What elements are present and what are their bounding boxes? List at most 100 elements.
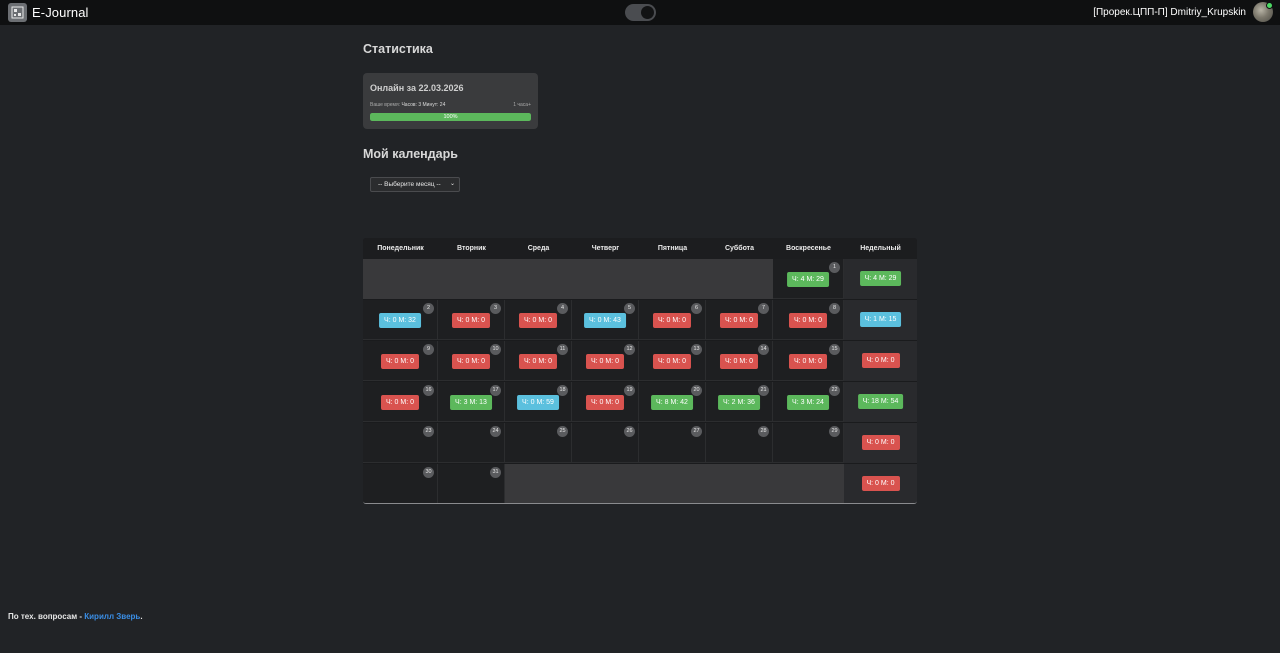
day-time-badge: Ч: 0 М: 0 xyxy=(719,354,759,369)
calendar-empty-cell xyxy=(706,464,773,503)
calendar-day-cell[interactable]: 29 xyxy=(773,423,844,463)
day-number: 25 xyxy=(557,426,568,437)
day-number: 12 xyxy=(624,344,635,355)
calendar-day-cell[interactable]: 4 Ч: 0 М: 0 xyxy=(505,300,572,340)
weekly-total-cell: Ч: 18 М: 54 xyxy=(844,382,917,422)
calendar-day-cell[interactable]: 12 Ч: 0 М: 0 xyxy=(572,341,639,381)
calendar-day-cell[interactable]: 2 Ч: 0 М: 32 xyxy=(363,300,438,340)
weekly-time-badge: Ч: 4 М: 29 xyxy=(859,271,902,286)
day-time-badge: Ч: 0 М: 0 xyxy=(652,313,692,328)
day-number: 27 xyxy=(691,426,702,437)
calendar-day-cell[interactable]: 28 xyxy=(706,423,773,463)
calendar-day-cell[interactable]: 8 Ч: 0 М: 0 xyxy=(773,300,844,340)
brand-title[interactable]: E-Journal xyxy=(32,5,89,20)
online-target: 1 часа+ xyxy=(513,102,531,108)
calendar-day-cell[interactable]: 15 Ч: 0 М: 0 xyxy=(773,341,844,381)
day-number: 14 xyxy=(758,344,769,355)
weekly-time-badge: Ч: 0 М: 0 xyxy=(861,435,900,450)
weekly-total-cell: Ч: 0 М: 0 xyxy=(844,341,917,381)
day-number: 22 xyxy=(829,385,840,396)
support-link[interactable]: Кирилл Зверь xyxy=(84,612,140,621)
day-time-badge: Ч: 0 М: 0 xyxy=(652,354,692,369)
stats-heading: Статистика xyxy=(363,42,433,56)
online-stat-card: Онлайн за 22.03.2026 Ваше время: Часов: … xyxy=(363,73,538,129)
calendar-day-cell[interactable]: 13 Ч: 0 М: 0 xyxy=(639,341,706,381)
day-number: 29 xyxy=(829,426,840,437)
day-number: 16 xyxy=(423,385,434,396)
calendar-empty-cell xyxy=(706,259,773,299)
calendar-grid: Понедельник Вторник Среда Четверг Пятница Суб… xyxy=(363,238,917,504)
day-time-badge: Ч: 0 М: 0 xyxy=(451,354,491,369)
calendar-day-cell[interactable]: 18 Ч: 0 М: 59 xyxy=(505,382,572,422)
day-time-badge: Ч: 0 М: 0 xyxy=(788,313,828,328)
day-time-badge: Ч: 3 М: 24 xyxy=(787,395,829,410)
calendar-day-cell[interactable]: 9 Ч: 0 М: 0 xyxy=(363,341,438,381)
calendar-day-cell[interactable]: 31 xyxy=(438,464,505,503)
day-number: 23 xyxy=(423,426,434,437)
day-time-badge: Ч: 0 М: 43 xyxy=(584,313,626,328)
calendar-day-cell[interactable]: 30 xyxy=(363,464,438,503)
weekly-total-cell: Ч: 4 М: 29 xyxy=(844,259,917,299)
calendar-day-cell[interactable]: 23 xyxy=(363,423,438,463)
calendar-empty-cell xyxy=(363,259,438,299)
day-time-badge: Ч: 0 М: 0 xyxy=(585,354,625,369)
calendar-day-cell[interactable]: 21 Ч: 2 М: 36 xyxy=(706,382,773,422)
month-select[interactable]: -- Выберите месяц -- ⌄ xyxy=(370,177,460,192)
calendar-day-cell[interactable]: 22 Ч: 3 М: 24 xyxy=(773,382,844,422)
day-header: Воскресенье xyxy=(786,245,831,252)
calendar-day-cell[interactable]: 11 Ч: 0 М: 0 xyxy=(505,341,572,381)
calendar-empty-cell xyxy=(639,464,706,503)
calendar-day-cell[interactable]: 7 Ч: 0 М: 0 xyxy=(706,300,773,340)
calendar-day-cell[interactable]: 27 xyxy=(639,423,706,463)
day-time-badge: Ч: 0 М: 0 xyxy=(380,395,420,410)
day-time-badge: Ч: 0 М: 0 xyxy=(518,354,558,369)
day-time-badge: Ч: 0 М: 59 xyxy=(517,395,559,410)
theme-toggle[interactable] xyxy=(625,4,656,21)
calendar-day-cell[interactable]: 1 Ч: 4 М: 29 xyxy=(773,259,844,299)
day-number: 17 xyxy=(490,385,501,396)
calendar-day-cell[interactable]: 5 Ч: 0 М: 43 xyxy=(572,300,639,340)
day-number: 24 xyxy=(490,426,501,437)
calendar-day-cell[interactable]: 14 Ч: 0 М: 0 xyxy=(706,341,773,381)
day-number: 7 xyxy=(758,303,769,314)
online-time: Ваше время: Часов: 3 Минут: 24 xyxy=(370,102,445,108)
day-time-badge: Ч: 2 М: 36 xyxy=(718,395,760,410)
day-time-badge: Ч: 0 М: 0 xyxy=(788,354,828,369)
journal-logo-icon[interactable] xyxy=(8,3,27,22)
weekly-total-cell: Ч: 0 М: 0 xyxy=(844,464,917,503)
top-navbar: E-Journal [Прорек.ЦПП-П] Dmitriy_Krupski… xyxy=(0,0,1280,25)
calendar-day-cell[interactable]: 19 Ч: 0 М: 0 xyxy=(572,382,639,422)
calendar-day-cell[interactable]: 10 Ч: 0 М: 0 xyxy=(438,341,505,381)
day-header: Четверг xyxy=(591,245,620,252)
online-status-dot xyxy=(1266,2,1273,9)
day-time-badge: Ч: 4 М: 29 xyxy=(787,272,829,287)
calendar-day-cell[interactable]: 24 xyxy=(438,423,505,463)
calendar-empty-cell xyxy=(572,464,639,503)
theme-toggle-knob xyxy=(641,6,654,19)
calendar-day-cell[interactable]: 20 Ч: 8 М: 42 xyxy=(639,382,706,422)
calendar-day-cell[interactable]: 6 Ч: 0 М: 0 xyxy=(639,300,706,340)
day-number: 30 xyxy=(423,467,434,478)
calendar-day-cell[interactable]: 16 Ч: 0 М: 0 xyxy=(363,382,438,422)
day-number: 19 xyxy=(624,385,635,396)
online-stat-title: Онлайн за 22.03.2026 xyxy=(370,83,464,93)
user-name[interactable]: [Прорек.ЦПП-П] Dmitriy_Krupskin xyxy=(1093,7,1246,18)
calendar-empty-cell xyxy=(572,259,639,299)
day-time-badge: Ч: 8 М: 42 xyxy=(651,395,693,410)
day-number: 28 xyxy=(758,426,769,437)
day-time-badge: Ч: 0 М: 32 xyxy=(379,313,421,328)
day-number: 5 xyxy=(624,303,635,314)
day-number: 13 xyxy=(691,344,702,355)
calendar-day-cell[interactable]: 26 xyxy=(572,423,639,463)
calendar-day-cell[interactable]: 3 Ч: 0 М: 0 xyxy=(438,300,505,340)
day-number: 4 xyxy=(557,303,568,314)
day-number: 20 xyxy=(691,385,702,396)
day-number: 26 xyxy=(624,426,635,437)
day-number: 8 xyxy=(829,303,840,314)
day-header: Вторник xyxy=(457,245,486,252)
day-number: 3 xyxy=(490,303,501,314)
weekly-time-badge: Ч: 0 М: 0 xyxy=(861,476,900,491)
calendar-day-cell[interactable]: 25 xyxy=(505,423,572,463)
day-time-badge: Ч: 0 М: 0 xyxy=(518,313,558,328)
calendar-day-cell[interactable]: 17 Ч: 3 М: 13 xyxy=(438,382,505,422)
